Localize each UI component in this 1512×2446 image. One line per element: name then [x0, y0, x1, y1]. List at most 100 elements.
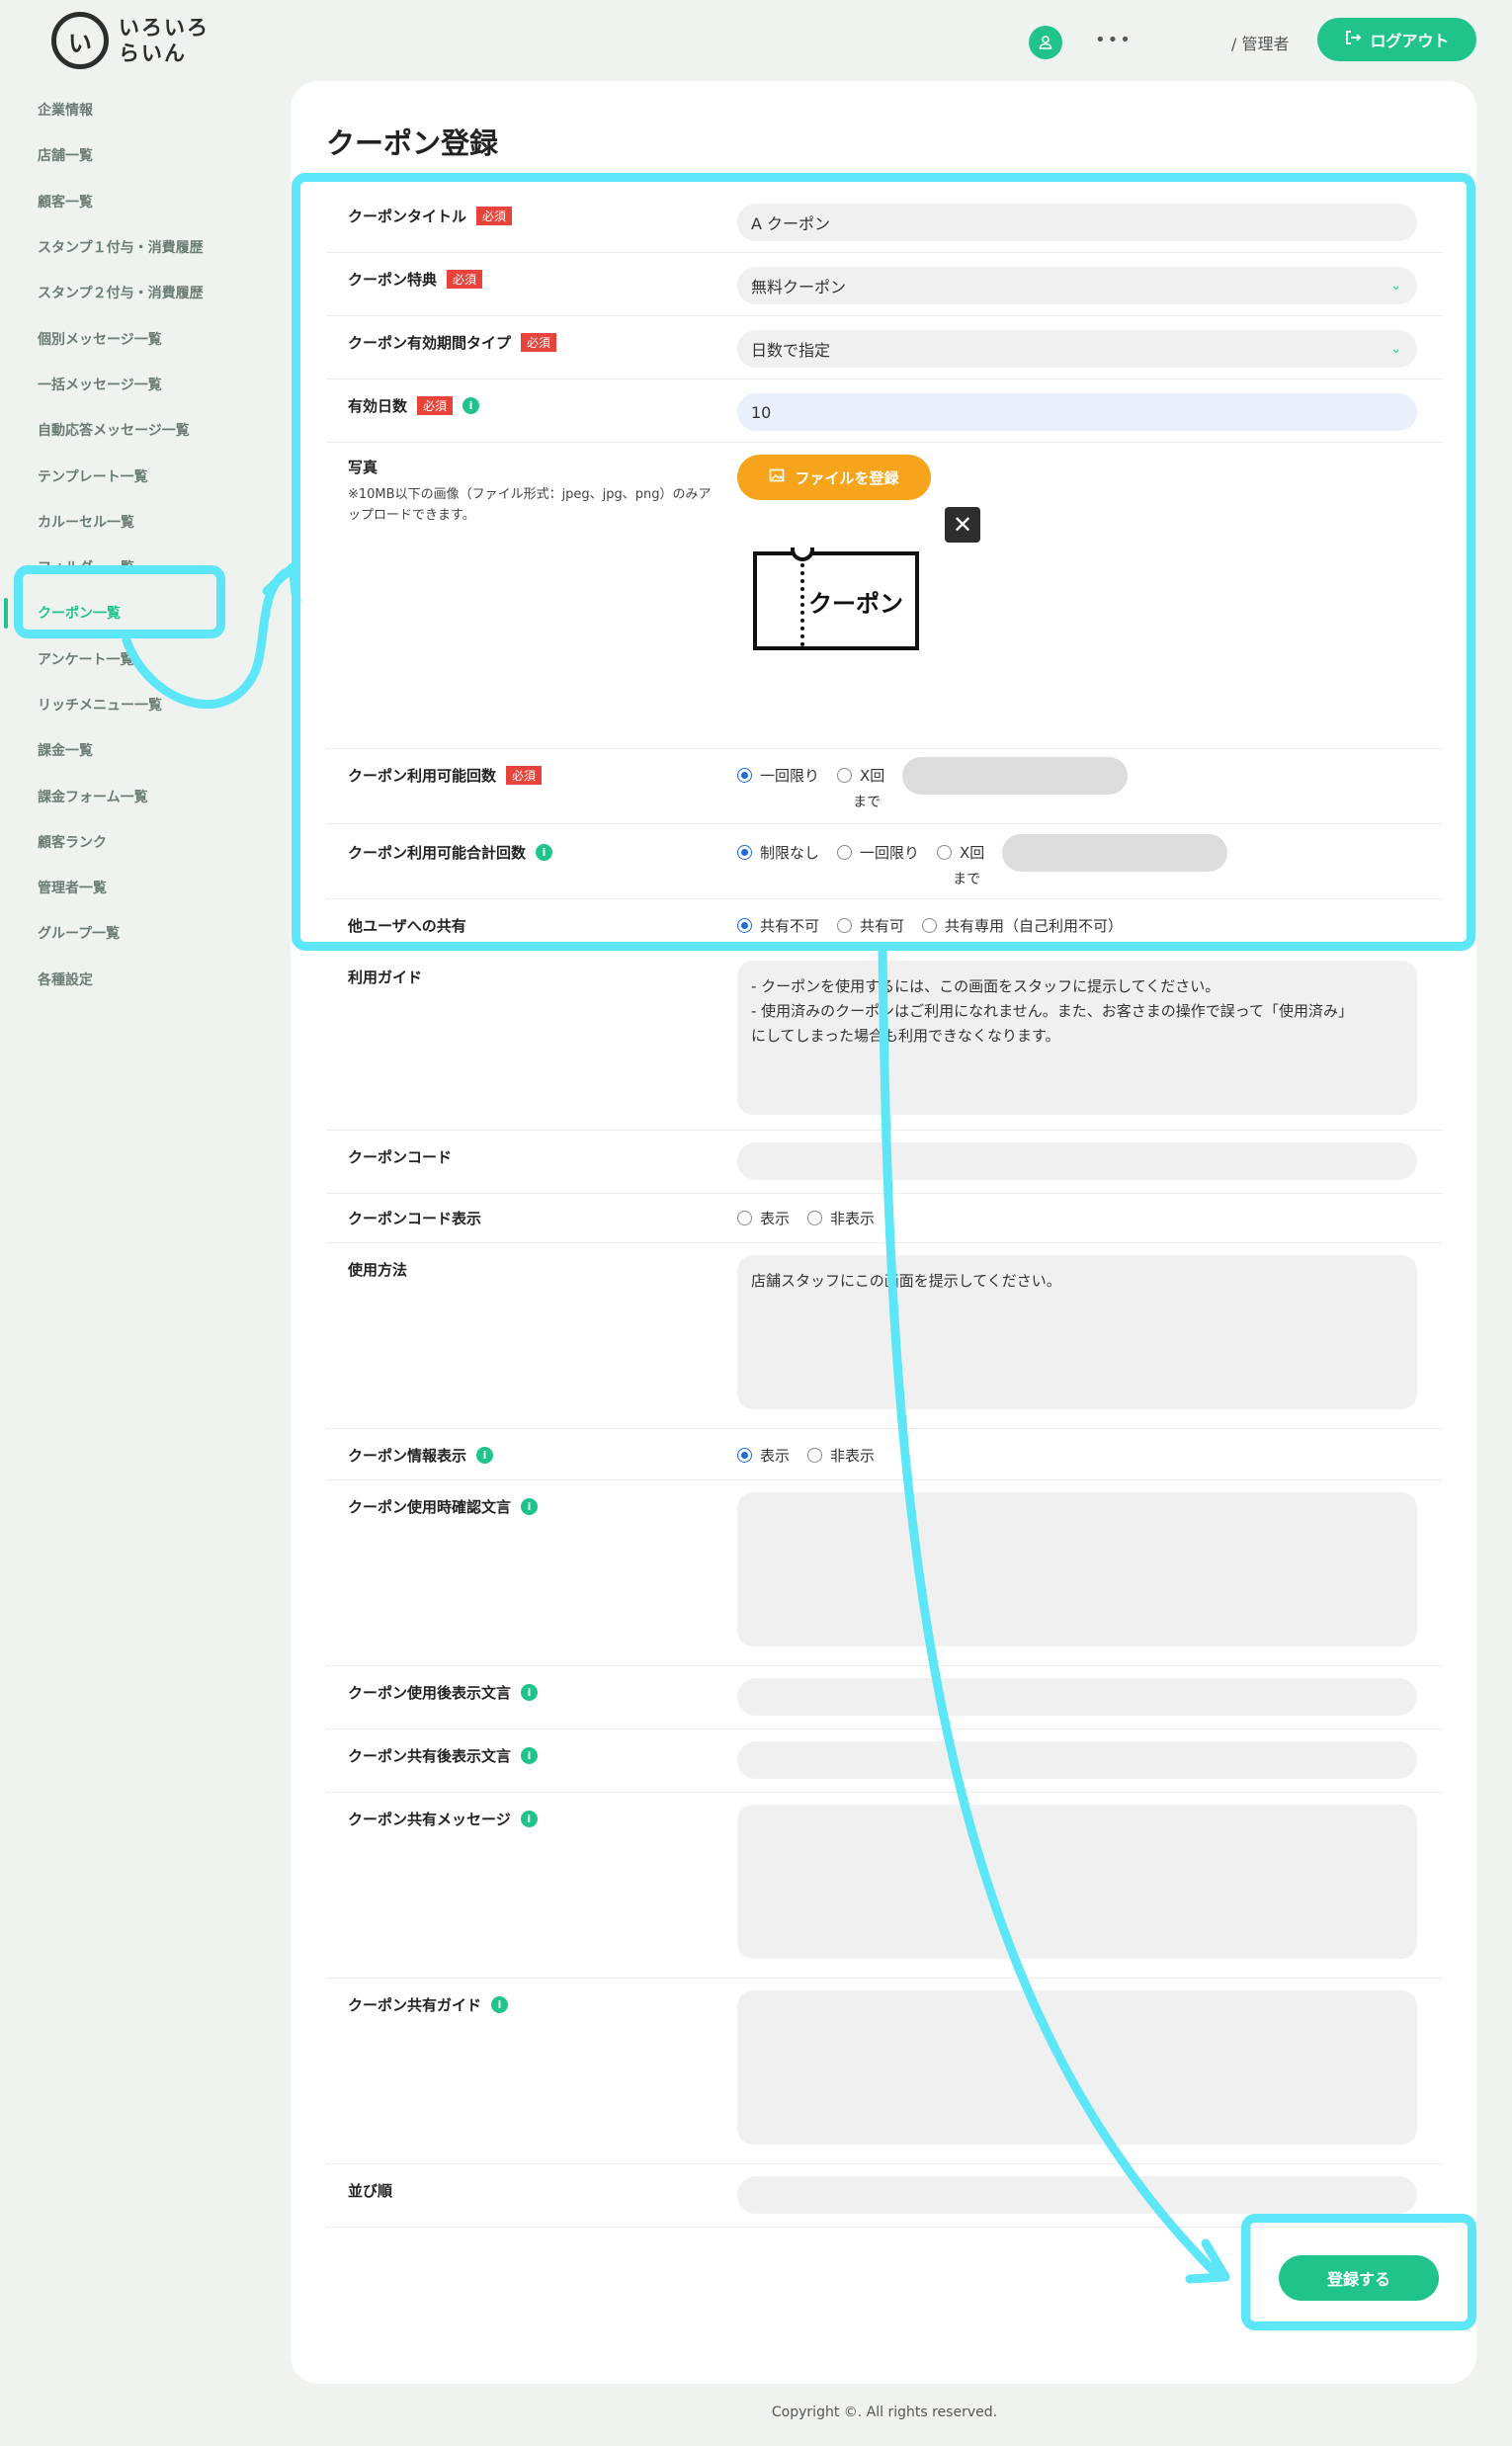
admin-label: / 管理者	[1231, 35, 1290, 53]
info-icon[interactable]: i	[536, 844, 553, 861]
how-to-use-textarea[interactable]: 店舗スタッフにこの画面を提示してください。	[737, 1255, 1417, 1409]
after-use-text-input[interactable]	[737, 1678, 1417, 1716]
sidebar-item-settings[interactable]: 各種設定	[0, 957, 267, 1002]
sidebar-item-carousels[interactable]: カルーセル一覧	[0, 499, 267, 545]
info-icon[interactable]: i	[476, 1447, 494, 1464]
sidebar-item-templates[interactable]: テンプレート一覧	[0, 453, 267, 498]
submit-button[interactable]: 登録する	[1279, 2255, 1439, 2301]
sidebar-item-customer-rank[interactable]: 顧客ランク	[0, 819, 267, 865]
upload-file-button[interactable]: ファイルを登録	[737, 455, 931, 500]
usage-x-label: X回	[860, 767, 885, 785]
info-display-hide-radio[interactable]: 非表示	[807, 1445, 875, 1466]
sidebar-item-stamp1-history[interactable]: スタンプ１付与・消費履歴	[0, 224, 267, 270]
radio-selected	[737, 918, 752, 933]
info-display-label: クーポン情報表示 i	[348, 1445, 494, 1466]
sort-order-input[interactable]	[737, 2176, 1417, 2214]
valid-days-input[interactable]: 10	[737, 393, 1417, 431]
total-x-radio[interactable]: X回	[937, 842, 984, 863]
code-display-show-radio[interactable]: 表示	[737, 1208, 790, 1228]
after-share-text-input[interactable]	[737, 1741, 1417, 1779]
guide-label: 利用ガイド	[348, 969, 423, 986]
sidebar-item-billing[interactable]: 課金一覧	[0, 727, 267, 773]
sidebar-item-rich-menus[interactable]: リッチメニュー一覧	[0, 682, 267, 727]
logout-button[interactable]: ログアウト	[1317, 18, 1476, 61]
sidebar-item-company[interactable]: 企業情報	[0, 87, 267, 132]
sidebar: 企業情報 店舗一覧 顧客一覧 スタンプ１付与・消費履歴 スタンプ２付与・消費履歴…	[0, 87, 267, 1002]
coupon-title-input[interactable]: A クーポン	[737, 204, 1417, 241]
share-allowed-radio[interactable]: 共有可	[837, 915, 904, 936]
more-icon[interactable]: •••	[1095, 30, 1133, 50]
share-none-radio[interactable]: 共有不可	[737, 915, 819, 936]
row-share: 他ユーザへの共有 共有不可 共有可 共有専用（自己利用不可）	[326, 899, 1443, 951]
sidebar-item-surveys[interactable]: アンケート一覧	[0, 636, 267, 682]
remove-image-close-icon[interactable]: ✕	[945, 507, 980, 543]
usage-once-radio[interactable]: 一回限り	[737, 765, 819, 786]
confirm-text-label: クーポン使用時確認文言 i	[348, 1496, 539, 1517]
usage-x-suffix: まで	[853, 795, 882, 810]
info-icon[interactable]: i	[491, 1996, 509, 2013]
share-guide-label-text: クーポン共有ガイド	[348, 1996, 482, 2014]
upload-file-label: ファイルを登録	[795, 468, 899, 487]
total-once-radio[interactable]: 一回限り	[837, 842, 919, 863]
sidebar-item-stamp2-history[interactable]: スタンプ２付与・消費履歴	[0, 270, 267, 315]
info-icon[interactable]: i	[520, 1811, 538, 1827]
sidebar-item-stores[interactable]: 店舗一覧	[0, 132, 267, 178]
share-message-textarea[interactable]	[737, 1805, 1417, 1959]
code-display-hide-radio[interactable]: 非表示	[807, 1208, 875, 1228]
radio-unselected	[837, 845, 853, 860]
share-guide-textarea[interactable]	[737, 1990, 1417, 2145]
row-how-to-use: 使用方法 店舗スタッフにこの画面を提示してください。	[326, 1243, 1443, 1429]
row-total-count: クーポン利用可能合計回数 i 制限なし 一回限り X回 まで	[326, 824, 1443, 899]
row-photo: 写真 ※10MB以下の画像（ファイル形式：jpeg、jpg、png）のみアップロ…	[326, 443, 1443, 749]
user-icon[interactable]	[1029, 26, 1062, 59]
sidebar-item-coupons[interactable]: クーポン一覧	[0, 590, 267, 635]
info-display-show-radio[interactable]: 表示	[737, 1445, 790, 1466]
sidebar-item-customers[interactable]: 顧客一覧	[0, 179, 267, 224]
valid-days-label-text: 有効日数	[348, 397, 408, 415]
info-icon[interactable]: i	[462, 397, 480, 414]
confirm-text-textarea[interactable]	[737, 1492, 1417, 1646]
row-usage-count: クーポン利用可能回数 必須 一回限り X回 まで	[326, 749, 1443, 824]
share-guide-label: クーポン共有ガイド i	[348, 1994, 509, 2015]
row-sort-order: 並び順	[326, 2164, 1443, 2228]
total-unlimited-radio[interactable]: 制限なし	[737, 842, 819, 863]
code-display-label: クーポンコード表示	[348, 1210, 482, 1227]
logo-line-1: いろいろ	[119, 16, 210, 40]
page-title: クーポン登録	[326, 127, 499, 160]
sidebar-item-folders[interactable]: フォルダー一覧	[0, 545, 267, 590]
after-share-text-label-text: クーポン共有後表示文言	[348, 1747, 512, 1765]
radio-unselected	[922, 918, 938, 933]
sidebar-item-admins[interactable]: 管理者一覧	[0, 865, 267, 910]
sidebar-item-groups[interactable]: グループ一覧	[0, 910, 267, 956]
code-display-show-label: 表示	[760, 1210, 791, 1227]
usage-x-input[interactable]	[902, 757, 1129, 795]
ticket-notch	[791, 548, 814, 561]
sidebar-item-individual-messages[interactable]: 個別メッセージ一覧	[0, 315, 267, 361]
sidebar-item-billing-forms[interactable]: 課金フォーム一覧	[0, 773, 267, 818]
benefit-select-value: 無料クーポン	[751, 278, 847, 296]
usage-x-radio[interactable]: X回	[837, 765, 884, 786]
share-only-label: 共有専用（自己利用不可）	[945, 917, 1124, 935]
row-coupon-title: クーポンタイトル 必須 A クーポン	[326, 190, 1443, 253]
usage-count-radios: 一回限り X回 まで	[737, 757, 1129, 811]
logout-label: ログアウト	[1370, 32, 1450, 50]
sidebar-item-auto-reply[interactable]: 自動応答メッセージ一覧	[0, 407, 267, 453]
info-icon[interactable]: i	[521, 1498, 539, 1515]
info-icon[interactable]: i	[521, 1684, 539, 1701]
share-only-radio[interactable]: 共有専用（自己利用不可）	[922, 915, 1123, 936]
row-valid-days: 有効日数 必須 i 10	[326, 380, 1443, 443]
code-display-radios: 表示 非表示	[737, 1208, 875, 1228]
info-display-label-text: クーポン情報表示	[348, 1447, 467, 1465]
sidebar-item-bulk-messages[interactable]: 一括メッセージ一覧	[0, 362, 267, 407]
benefit-select[interactable]: 無料クーポン ⌄	[737, 267, 1417, 304]
radio-unselected	[837, 918, 853, 933]
guide-textarea[interactable]: - クーポンを使用するには、この画面をスタッフに提示してください。 - 使用済み…	[737, 961, 1417, 1115]
chevron-down-icon: ⌄	[1390, 278, 1401, 294]
period-type-select[interactable]: 日数で指定 ⌄	[737, 330, 1417, 368]
logo[interactable]: い いろいろ らいん	[51, 12, 210, 69]
coupon-code-input[interactable]	[737, 1142, 1417, 1180]
radio-selected	[737, 1448, 752, 1463]
total-x-input[interactable]	[1002, 834, 1228, 872]
share-allowed-label: 共有可	[860, 917, 905, 935]
info-icon[interactable]: i	[521, 1747, 539, 1764]
